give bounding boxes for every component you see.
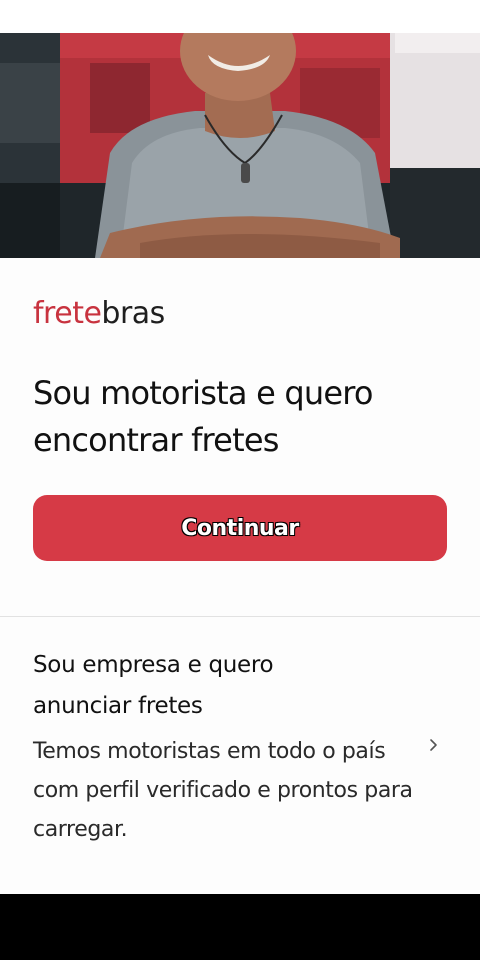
continue-button[interactable]: Continuar bbox=[33, 495, 447, 561]
system-navigation-bar bbox=[0, 894, 480, 960]
content-panel: fretebras Sou motorista e quero encontra… bbox=[0, 258, 480, 894]
fretebras-logo: fretebras bbox=[33, 296, 165, 331]
status-bar bbox=[0, 0, 480, 33]
hero-image bbox=[0, 33, 480, 258]
driver-headline: Sou motorista e quero encontrar fretes bbox=[33, 374, 373, 459]
company-description: Temos motoristas em todo o país com perf… bbox=[33, 739, 413, 842]
company-option[interactable]: Sou empresa e quero anunciar fretes Temo… bbox=[0, 617, 480, 894]
company-title: Sou empresa e quero anunciar fretes bbox=[33, 652, 274, 719]
chevron-right-icon[interactable] bbox=[428, 737, 440, 753]
